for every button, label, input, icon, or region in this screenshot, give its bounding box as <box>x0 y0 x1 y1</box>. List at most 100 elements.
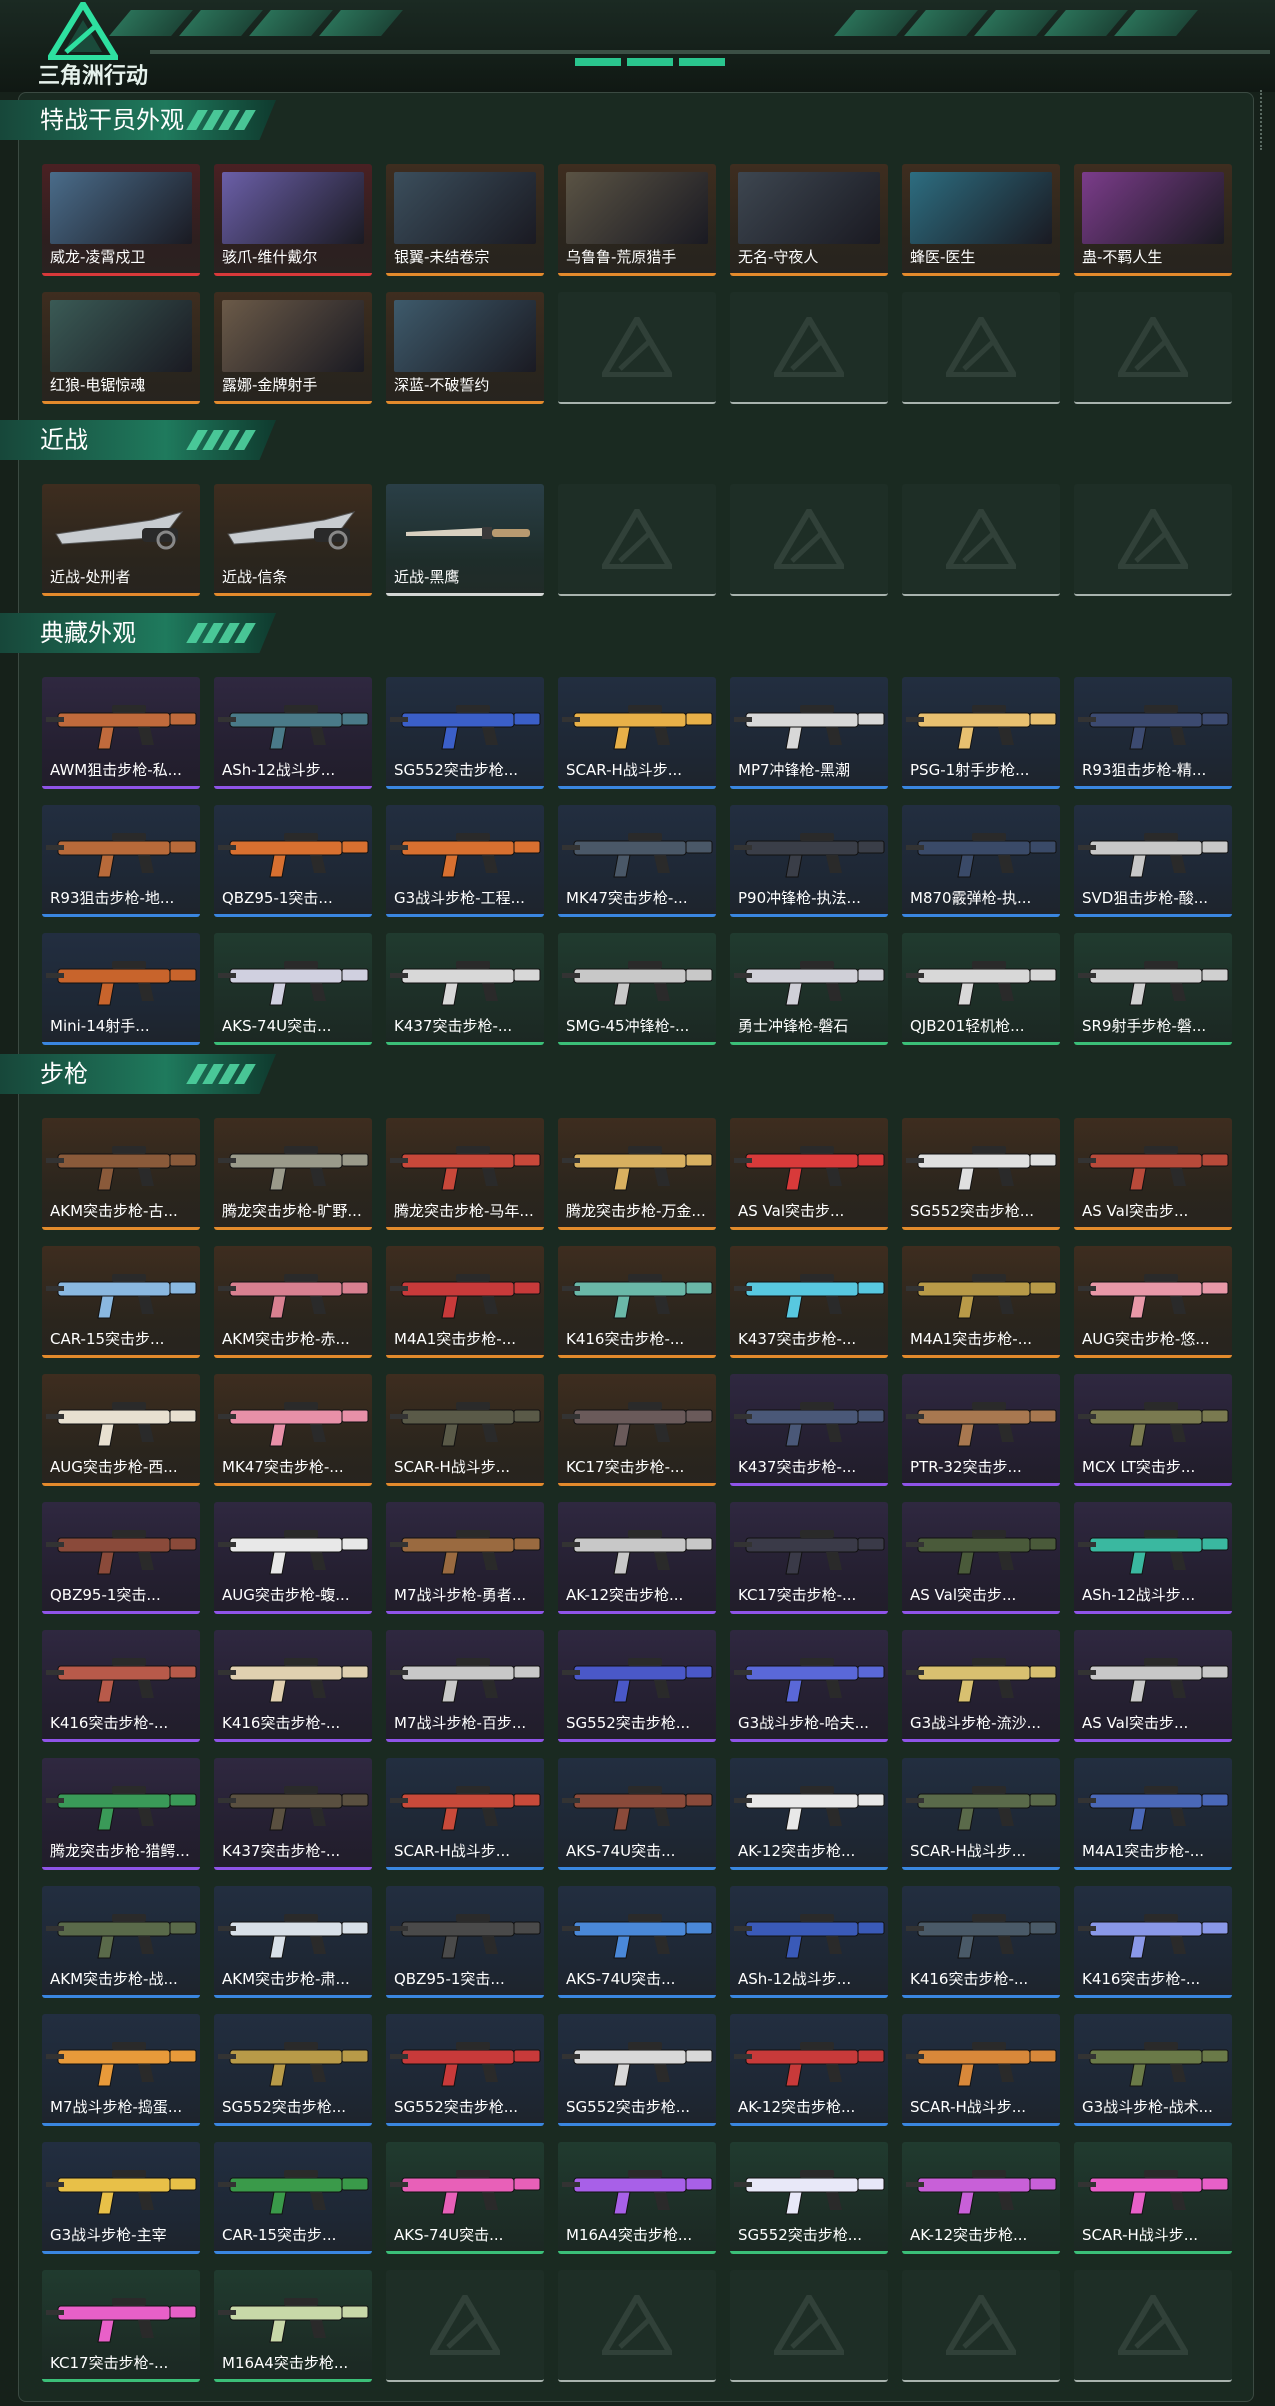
item-card[interactable]: QBZ95-1突击... <box>42 1502 200 1614</box>
item-card[interactable]: ASh-12战斗步... <box>1074 1502 1232 1614</box>
item-card[interactable]: 腾龙突击步枪-万金... <box>558 1118 716 1230</box>
item-card[interactable]: SCAR-H战斗步... <box>386 1758 544 1870</box>
item-card[interactable]: AKM突击步枪-古... <box>42 1118 200 1230</box>
item-card[interactable]: 腾龙突击步枪-旷野... <box>214 1118 372 1230</box>
item-card[interactable]: ASh-12战斗步... <box>214 677 372 789</box>
item-card[interactable]: MK47突击步枪-... <box>214 1374 372 1486</box>
scrollbar[interactable] <box>1260 90 1266 150</box>
item-card[interactable]: 近战-信条 <box>214 484 372 596</box>
item-card[interactable]: 近战-黑鹰 <box>386 484 544 596</box>
item-card[interactable]: AKS-74U突击... <box>558 1886 716 1998</box>
item-card[interactable]: AWM狙击步枪-私... <box>42 677 200 789</box>
item-card[interactable]: Mini-14射手... <box>42 933 200 1045</box>
item-card[interactable]: K416突击步枪-... <box>558 1246 716 1358</box>
item-card[interactable]: AKM突击步枪-肃... <box>214 1886 372 1998</box>
item-card[interactable]: AUG突击步枪-蝮... <box>214 1502 372 1614</box>
item-card[interactable]: AS Val突击步... <box>1074 1630 1232 1742</box>
item-card[interactable]: M4A1突击步枪-... <box>386 1246 544 1358</box>
item-card[interactable]: K437突击步枪-... <box>214 1758 372 1870</box>
item-card[interactable]: AS Val突击步... <box>730 1118 888 1230</box>
item-card[interactable]: M4A1突击步枪-... <box>902 1246 1060 1358</box>
item-card[interactable]: G3战斗步枪-工程... <box>386 805 544 917</box>
item-card[interactable]: K416突击步枪-... <box>902 1886 1060 1998</box>
item-card[interactable]: SG552突击步枪... <box>558 2014 716 2126</box>
item-card[interactable]: CAR-15突击步... <box>42 1246 200 1358</box>
item-card[interactable]: P90冲锋枪-执法... <box>730 805 888 917</box>
item-card[interactable]: AUG突击步枪-悠... <box>1074 1246 1232 1358</box>
item-card[interactable]: G3战斗步枪-流沙... <box>902 1630 1060 1742</box>
item-card[interactable]: R93狙击步枪-精... <box>1074 677 1232 789</box>
item-card[interactable]: SCAR-H战斗步... <box>386 1374 544 1486</box>
item-card[interactable]: AS Val突击步... <box>902 1502 1060 1614</box>
item-card[interactable]: 勇士冲锋枪-磐石 <box>730 933 888 1045</box>
item-card[interactable]: AKS-74U突击... <box>386 2142 544 2254</box>
item-card[interactable]: M16A4突击步枪... <box>214 2270 372 2382</box>
item-card[interactable]: KC17突击步枪-... <box>558 1374 716 1486</box>
item-card[interactable]: SG552突击步枪... <box>386 677 544 789</box>
item-card[interactable]: AK-12突击步枪... <box>730 2014 888 2126</box>
item-card[interactable]: QBZ95-1突击... <box>214 805 372 917</box>
item-card[interactable]: M4A1突击步枪-... <box>1074 1758 1232 1870</box>
item-card[interactable]: AS Val突击步... <box>1074 1118 1232 1230</box>
item-card[interactable]: K416突击步枪-... <box>1074 1886 1232 1998</box>
item-card[interactable]: 腾龙突击步枪-猎鳄... <box>42 1758 200 1870</box>
item-card[interactable]: SCAR-H战斗步... <box>902 2014 1060 2126</box>
item-card[interactable]: SCAR-H战斗步... <box>902 1758 1060 1870</box>
item-card[interactable]: 红狼-电锯惊魂 <box>42 292 200 404</box>
item-card[interactable]: AKS-74U突击... <box>214 933 372 1045</box>
item-card[interactable]: 银翼-未结卷宗 <box>386 164 544 276</box>
item-card[interactable]: SR9射手步枪-磐... <box>1074 933 1232 1045</box>
item-card[interactable]: 深蓝-不破誓约 <box>386 292 544 404</box>
item-card[interactable]: SG552突击步枪... <box>902 1118 1060 1230</box>
item-card[interactable]: M7战斗步枪-百步... <box>386 1630 544 1742</box>
item-card[interactable]: AK-12突击步枪... <box>558 1502 716 1614</box>
item-card[interactable]: K437突击步枪-... <box>730 1374 888 1486</box>
item-card[interactable]: PTR-32突击步... <box>902 1374 1060 1486</box>
item-card[interactable]: AKM突击步枪-战... <box>42 1886 200 1998</box>
item-card[interactable]: K416突击步枪-... <box>42 1630 200 1742</box>
item-card[interactable]: K437突击步枪-... <box>730 1246 888 1358</box>
item-card[interactable]: AUG突击步枪-西... <box>42 1374 200 1486</box>
item-card[interactable]: SG552突击步枪... <box>558 1630 716 1742</box>
item-card[interactable]: G3战斗步枪-战术... <box>1074 2014 1232 2126</box>
item-card[interactable]: QBZ95-1突击... <box>386 1886 544 1998</box>
item-card[interactable]: SMG-45冲锋枪-... <box>558 933 716 1045</box>
item-card[interactable]: M7战斗步枪-捣蛋... <box>42 2014 200 2126</box>
item-card[interactable]: SG552突击步枪... <box>730 2142 888 2254</box>
item-card[interactable]: 露娜-金牌射手 <box>214 292 372 404</box>
item-card[interactable]: CAR-15突击步... <box>214 2142 372 2254</box>
item-card[interactable]: SCAR-H战斗步... <box>1074 2142 1232 2254</box>
item-card[interactable]: 腾龙突击步枪-马年... <box>386 1118 544 1230</box>
item-card[interactable]: 无名-守夜人 <box>730 164 888 276</box>
item-card[interactable]: K416突击步枪-... <box>214 1630 372 1742</box>
item-card[interactable]: AK-12突击步枪... <box>902 2142 1060 2254</box>
item-card[interactable]: AKM突击步枪-赤... <box>214 1246 372 1358</box>
item-card[interactable]: M870霰弹枪-执... <box>902 805 1060 917</box>
item-card[interactable]: KC17突击步枪-... <box>42 2270 200 2382</box>
item-card[interactable]: 蜂医-医生 <box>902 164 1060 276</box>
item-card[interactable]: AKS-74U突击... <box>558 1758 716 1870</box>
item-card[interactable]: MCX LT突击步... <box>1074 1374 1232 1486</box>
item-card[interactable]: SG552突击步枪... <box>386 2014 544 2126</box>
item-card[interactable]: SVD狙击步枪-酸... <box>1074 805 1232 917</box>
item-card[interactable]: SG552突击步枪... <box>214 2014 372 2126</box>
item-card[interactable]: MP7冲锋枪-黑潮 <box>730 677 888 789</box>
item-card[interactable]: K437突击步枪-... <box>386 933 544 1045</box>
item-card[interactable]: 威龙-凌霄戍卫 <box>42 164 200 276</box>
item-card[interactable]: G3战斗步枪-哈夫... <box>730 1630 888 1742</box>
item-card[interactable]: KC17突击步枪-... <box>730 1502 888 1614</box>
item-card[interactable]: 乌鲁鲁-荒原猎手 <box>558 164 716 276</box>
item-card[interactable]: G3战斗步枪-主宰 <box>42 2142 200 2254</box>
item-card[interactable]: QJB201轻机枪... <box>902 933 1060 1045</box>
item-card[interactable]: M7战斗步枪-勇者... <box>386 1502 544 1614</box>
item-card[interactable]: R93狙击步枪-地... <box>42 805 200 917</box>
item-card[interactable]: 近战-处刑者 <box>42 484 200 596</box>
item-card[interactable]: 骇爪-维什戴尔 <box>214 164 372 276</box>
item-card[interactable]: 蛊-不羁人生 <box>1074 164 1232 276</box>
item-card[interactable]: MK47突击步枪-... <box>558 805 716 917</box>
item-card[interactable]: SCAR-H战斗步... <box>558 677 716 789</box>
item-card[interactable]: AK-12突击步枪... <box>730 1758 888 1870</box>
item-card[interactable]: M16A4突击步枪... <box>558 2142 716 2254</box>
item-card[interactable]: ASh-12战斗步... <box>730 1886 888 1998</box>
item-card[interactable]: PSG-1射手步枪... <box>902 677 1060 789</box>
